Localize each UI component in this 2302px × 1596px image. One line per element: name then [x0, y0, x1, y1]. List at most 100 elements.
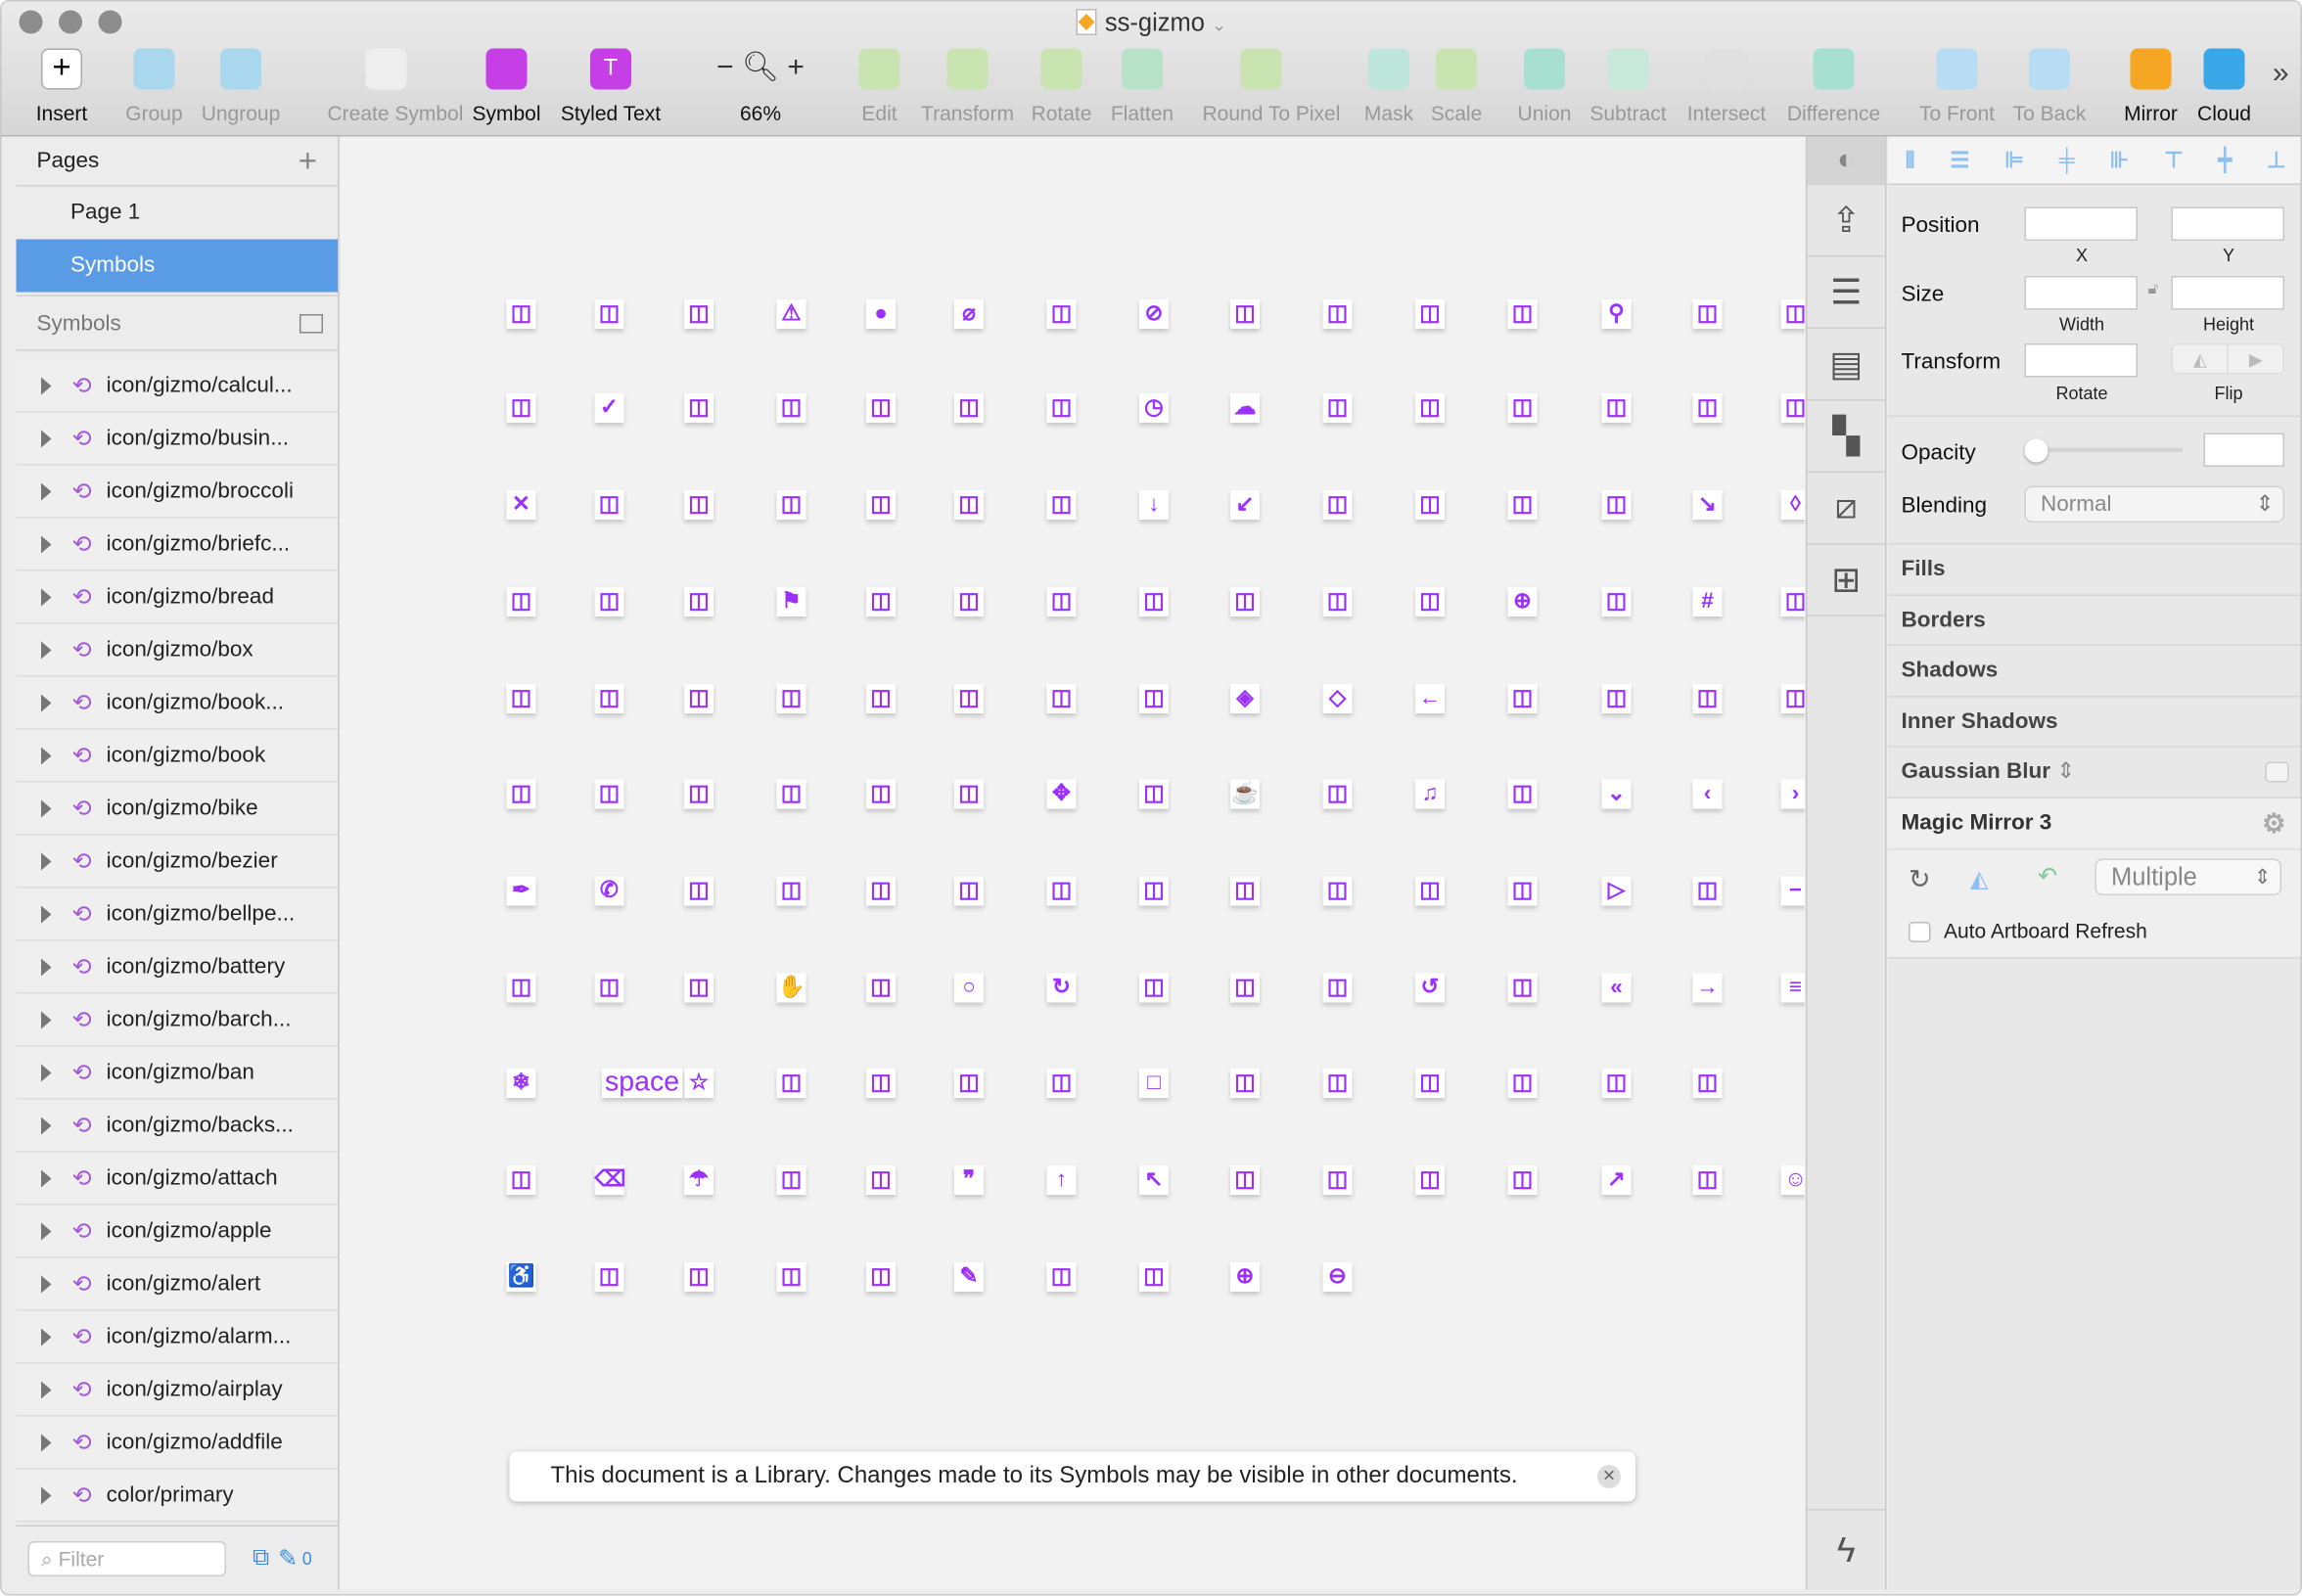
cocktail-icon[interactable]: ◫: [506, 684, 536, 713]
align-middle-icon[interactable]: ┿: [2219, 147, 2233, 174]
code-file-icon[interactable]: ◫: [594, 490, 624, 520]
usb-icon[interactable]: ◫: [1692, 1165, 1723, 1195]
lemonade-icon[interactable]: ◫: [1139, 684, 1169, 713]
laptop-icon[interactable]: ◫: [954, 684, 984, 713]
layer-item[interactable]: ⟲ icon/gizmo/alarm...: [16, 1310, 338, 1364]
wind-icon[interactable]: ◫: [684, 1262, 714, 1292]
layer-item[interactable]: ⟲ icon/gizmo/broccoli: [16, 465, 338, 519]
refresh-icon[interactable]: ↻: [1046, 973, 1077, 1003]
layer-item[interactable]: ⟲ icon/gizmo/bellpe...: [16, 888, 338, 941]
drink-icon[interactable]: ◫: [1601, 1069, 1632, 1098]
pie-icon[interactable]: ◫: [866, 876, 896, 906]
layer-item[interactable]: ⟲ icon/gizmo/bread: [16, 570, 338, 624]
layer-item[interactable]: ⟲ icon/gizmo/busin...: [16, 412, 338, 466]
strawberry-icon[interactable]: ◫: [1507, 1069, 1538, 1098]
sushi-icon[interactable]: ◫: [1415, 1069, 1445, 1098]
cloud-rain-icon[interactable]: ◫: [1780, 684, 1805, 713]
toolbar-intersect-button[interactable]: Intersect: [1668, 48, 1785, 125]
phone-icon[interactable]: ✆: [594, 876, 624, 906]
edited-filter-icon[interactable]: ✎: [278, 1543, 298, 1573]
cheese-icon[interactable]: ◫: [776, 393, 806, 423]
layer-item[interactable]: ⟲ icon/gizmo/addfile: [16, 1416, 338, 1470]
snowflake-icon[interactable]: ❄: [506, 1069, 536, 1098]
book-icon[interactable]: ◫: [1692, 299, 1723, 329]
fills-section[interactable]: Fills: [1888, 543, 2301, 595]
flip-vertical-button[interactable]: ▶: [2229, 345, 2283, 374]
receipt-icon[interactable]: ◫: [1139, 973, 1169, 1003]
opacity-slider[interactable]: [2024, 438, 2184, 463]
collapse-pages-icon[interactable]: [299, 313, 323, 333]
refresh-icon[interactable]: ↻: [1909, 865, 1931, 896]
toolbar-flatten-button[interactable]: Flatten: [1083, 48, 1201, 125]
kettle-icon[interactable]: ◫: [776, 684, 806, 713]
repeat-icon[interactable]: ◫: [1322, 973, 1353, 1003]
clock-icon[interactable]: ◷: [1139, 393, 1169, 423]
filter-input[interactable]: ⌕ Filter: [27, 1540, 226, 1576]
space-icon[interactable]: space: [602, 1068, 683, 1098]
layer-item[interactable]: ⟲ icon/gizmo/battery: [16, 940, 338, 994]
fog-icon[interactable]: ◫: [954, 587, 984, 616]
floppy-icon[interactable]: ◫: [866, 587, 896, 616]
rainbow-icon[interactable]: ◫: [506, 973, 536, 1003]
inspector-plugin-icon[interactable]: ◐: [1807, 136, 1885, 185]
layer-item[interactable]: ⟲ icon/gizmo/bike: [16, 782, 338, 836]
lightbulb-icon[interactable]: ◫: [1601, 684, 1632, 713]
layer-item[interactable]: ⟲ icon/gizmo/airplay: [16, 1363, 338, 1417]
layer-item[interactable]: ⟲ icon/gizmo/attach: [16, 1152, 338, 1206]
jar-icon[interactable]: ◫: [684, 684, 714, 713]
pen-icon[interactable]: ✒: [506, 876, 536, 906]
add-image-icon[interactable]: ⊞: [1807, 545, 1885, 616]
write-icon[interactable]: ✎: [954, 1262, 984, 1292]
down-left-icon[interactable]: ↙: [1230, 490, 1260, 520]
layer-item[interactable]: ⟲ icon/gizmo/backs...: [16, 1099, 338, 1153]
ban-icon[interactable]: ⊘: [1139, 299, 1169, 329]
jump-artboard-icon[interactable]: ↶: [2038, 862, 2057, 891]
disclosure-triangle-icon[interactable]: [41, 693, 52, 711]
chevron-right-icon[interactable]: ›: [1780, 779, 1805, 809]
chef-icon[interactable]: ◫: [954, 393, 984, 423]
doc-file-icon[interactable]: ◫: [1046, 490, 1077, 520]
cursor-icon[interactable]: ◫: [954, 490, 984, 520]
chevron-down-icon[interactable]: ⌄: [1601, 779, 1632, 809]
disclosure-triangle-icon[interactable]: [41, 640, 52, 659]
pizza-2-icon[interactable]: ◫: [1322, 876, 1353, 906]
add-page-button[interactable]: +: [299, 142, 317, 180]
zip-file-icon[interactable]: ◫: [1139, 1262, 1169, 1292]
backspace-icon[interactable]: ◫: [1046, 299, 1077, 329]
close-notice-button[interactable]: ✕: [1597, 1465, 1621, 1488]
layer-item[interactable]: ⟲ icon/gizmo/briefc...: [16, 518, 338, 571]
toolbar-create-symbol-button[interactable]: Create Symbol: [328, 48, 463, 125]
computer-icon[interactable]: ◫: [684, 490, 714, 520]
steam-icon[interactable]: ◫: [776, 1069, 806, 1098]
layers-2-icon[interactable]: ◇: [1322, 684, 1353, 713]
cloud-upload-icon[interactable]: ◫: [1415, 1165, 1445, 1195]
disclosure-triangle-icon[interactable]: [41, 1485, 52, 1504]
up-right-icon[interactable]: ↗: [1601, 1165, 1632, 1195]
square-icon[interactable]: □: [1139, 1069, 1169, 1098]
addfile-icon[interactable]: ◫: [506, 299, 536, 329]
pizza-icon[interactable]: ◫: [866, 393, 896, 423]
upload-icon[interactable]: ◫: [1230, 1165, 1260, 1195]
steak-icon[interactable]: ◫: [954, 1069, 984, 1098]
text-list-icon[interactable]: ▤: [1807, 329, 1885, 401]
export-icon[interactable]: ⇪: [1807, 185, 1885, 257]
layer-item[interactable]: ⟲ icon/gizmo/box: [16, 623, 338, 677]
trash-icon[interactable]: ⌫: [594, 1165, 625, 1195]
tags-icon[interactable]: ◫: [1692, 1069, 1723, 1098]
disclosure-triangle-icon[interactable]: [41, 1010, 52, 1028]
cupcake-2-icon[interactable]: ◫: [1692, 393, 1723, 423]
pitcher-icon[interactable]: ◫: [954, 876, 984, 906]
lightning-icon[interactable]: ϟ: [1807, 1509, 1885, 1590]
flip-horizontal-button[interactable]: ◭: [2173, 344, 2229, 373]
checkfile-icon[interactable]: ◫: [684, 393, 714, 423]
minus-icon[interactable]: −: [1780, 876, 1805, 906]
symbols-filter-icon[interactable]: ⧉: [253, 1545, 269, 1572]
left-icon[interactable]: ←: [1415, 684, 1445, 713]
jpg-file-icon[interactable]: ◫: [594, 684, 624, 713]
undo-icon[interactable]: ↺: [1415, 973, 1445, 1003]
disclosure-triangle-icon[interactable]: [41, 798, 52, 817]
chevron-left-icon[interactable]: ‹: [1692, 779, 1723, 809]
folder-download-icon[interactable]: ◫: [1601, 490, 1632, 520]
gauge-icon[interactable]: ◫: [1507, 876, 1538, 906]
drop-icon[interactable]: ◊: [1780, 490, 1805, 520]
